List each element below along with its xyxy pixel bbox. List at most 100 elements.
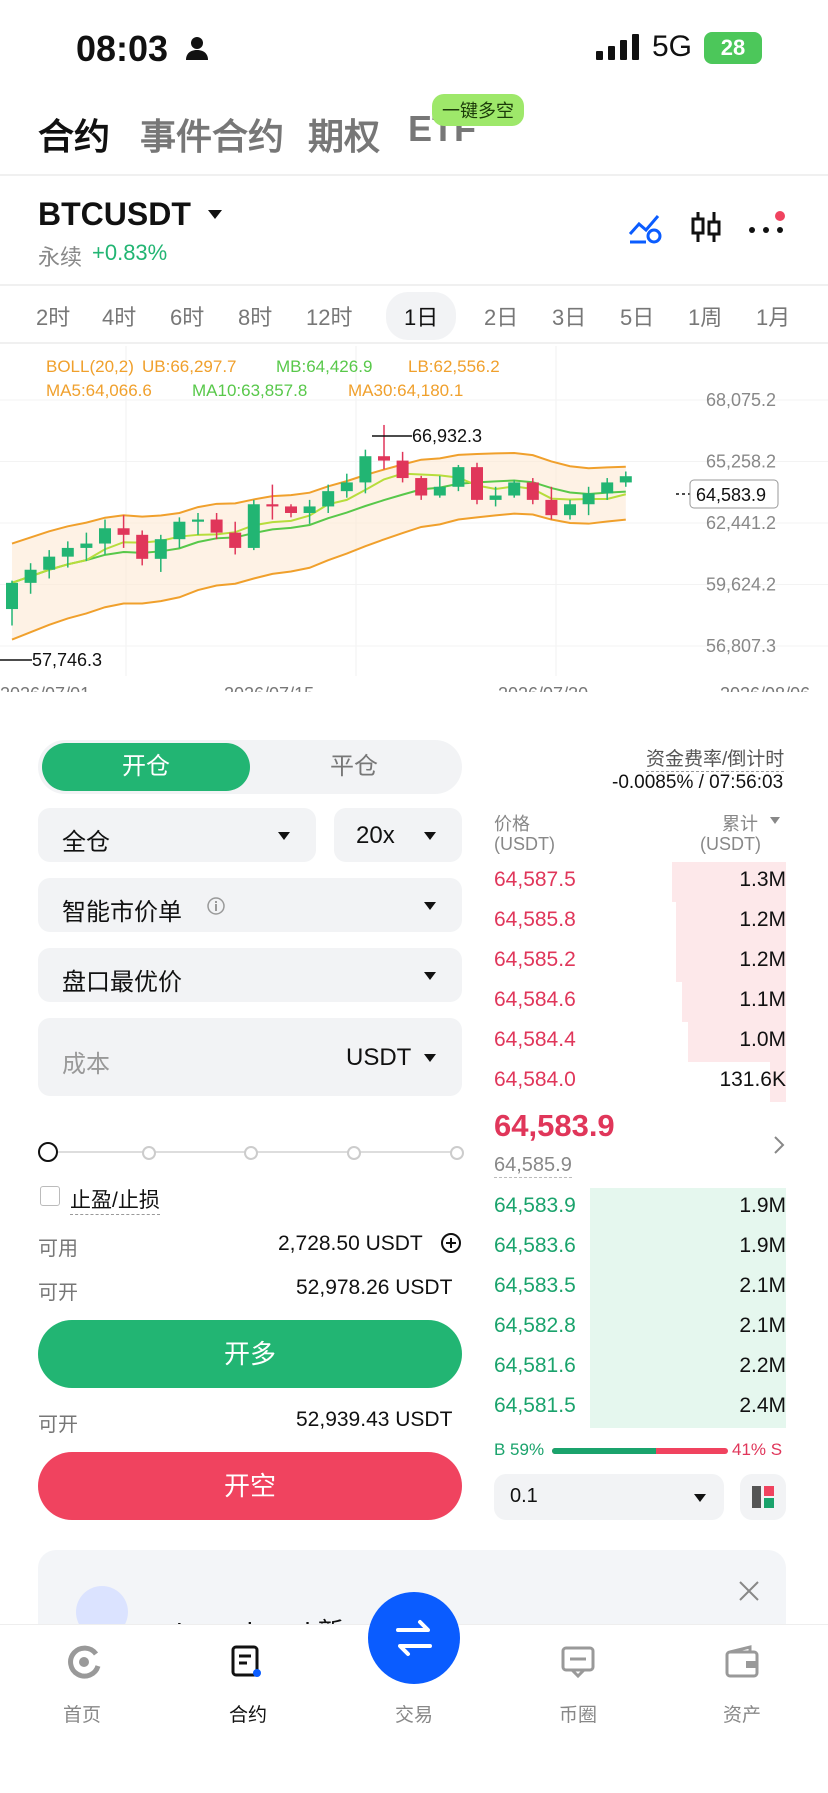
open-long-button[interactable]: 开多 bbox=[38, 1320, 462, 1388]
candle-body bbox=[322, 491, 335, 507]
nav-assets[interactable]: 资产 bbox=[692, 1700, 792, 1727]
x-tick: 2026/07/15 bbox=[224, 684, 314, 692]
tpsl-checkbox[interactable] bbox=[40, 1186, 60, 1206]
chevron-down-icon bbox=[424, 832, 436, 840]
bid-row[interactable]: 64,582.8 2.1M bbox=[494, 1308, 786, 1348]
info-icon[interactable] bbox=[206, 896, 226, 916]
interval-1m[interactable]: 1月 bbox=[756, 300, 790, 332]
interval-12h[interactable]: 12时 bbox=[306, 300, 352, 332]
chevron-down-icon bbox=[278, 832, 290, 840]
orderbook-last-price: 64,583.9 bbox=[494, 1108, 615, 1143]
cost-unit-select[interactable]: USDT bbox=[346, 1044, 411, 1072]
candle-body bbox=[452, 467, 465, 487]
y-tick: 56,807.3 bbox=[706, 636, 776, 656]
bid-row[interactable]: 64,581.5 2.4M bbox=[494, 1388, 786, 1428]
slider-step-50[interactable] bbox=[244, 1146, 258, 1160]
last-price-tag: 64,583.9 bbox=[696, 485, 766, 505]
interval-2d[interactable]: 2日 bbox=[484, 300, 518, 332]
candle-body bbox=[359, 456, 372, 483]
home-icon[interactable] bbox=[66, 1644, 102, 1680]
candle-body bbox=[285, 506, 297, 513]
bid-row[interactable]: 64,581.6 2.2M bbox=[494, 1348, 786, 1388]
interval-4h[interactable]: 4时 bbox=[102, 300, 136, 332]
candle-body bbox=[136, 534, 149, 559]
nav-community[interactable]: 币圈 bbox=[528, 1700, 628, 1727]
community-icon[interactable] bbox=[560, 1644, 596, 1680]
order-price: 64,583.5 bbox=[494, 1274, 576, 1297]
contract-icon[interactable] bbox=[230, 1644, 264, 1680]
close-icon[interactable] bbox=[738, 1580, 760, 1602]
interval-8h[interactable]: 8时 bbox=[238, 300, 272, 332]
tab-options[interactable]: 期权 bbox=[308, 108, 380, 160]
funding-rate-value: -0.0085% / 07:56:03 bbox=[612, 772, 784, 793]
nav-contract[interactable]: 合约 bbox=[198, 1700, 298, 1727]
wallet-icon[interactable] bbox=[724, 1644, 760, 1680]
candlestick-icon[interactable] bbox=[690, 210, 722, 244]
price-type-value: 盘口最优价 bbox=[62, 969, 182, 996]
tab-contract[interactable]: 合约 bbox=[38, 108, 110, 160]
leverage-select[interactable] bbox=[334, 808, 462, 862]
interval-2h[interactable]: 2时 bbox=[36, 300, 70, 332]
legend-ub: UB:66,297.7 bbox=[142, 357, 237, 376]
pair-dropdown-icon[interactable] bbox=[208, 210, 222, 219]
ask-row[interactable]: 64,585.2 1.2M bbox=[494, 942, 786, 982]
order-quantity: 131.6K bbox=[719, 1068, 786, 1091]
order-quantity: 1.0M bbox=[739, 1028, 786, 1051]
pair-symbol[interactable]: BTCUSDT bbox=[38, 196, 191, 233]
nav-trade[interactable]: 交易 bbox=[364, 1700, 464, 1727]
candle-body bbox=[582, 493, 595, 505]
order-quantity: 2.4M bbox=[739, 1394, 786, 1417]
ask-row[interactable]: 64,584.4 1.0M bbox=[494, 1022, 786, 1062]
order-price: 64,584.0 bbox=[494, 1068, 576, 1091]
user-icon bbox=[186, 37, 208, 60]
cost-placeholder[interactable]: 成本 bbox=[62, 1044, 110, 1079]
interval-5d[interactable]: 5日 bbox=[620, 300, 654, 332]
interval-1w[interactable]: 1周 bbox=[688, 300, 722, 332]
tab-close-position[interactable]: 平仓 bbox=[250, 743, 458, 791]
interval-6h[interactable]: 6时 bbox=[170, 300, 204, 332]
candle-body bbox=[489, 495, 502, 500]
margin-mode-value: 全仓 bbox=[62, 829, 110, 856]
candle-body bbox=[545, 499, 558, 516]
funding-rate-label[interactable]: 资金费率/倒计时 bbox=[646, 744, 785, 772]
candle-body bbox=[303, 506, 316, 513]
nav-home[interactable]: 首页 bbox=[32, 1700, 132, 1727]
price-chart[interactable]: 68,075.2 65,258.2 62,441.2 59,624.2 56,807.3… bbox=[0, 346, 828, 692]
boll-band-fill bbox=[12, 452, 626, 640]
candle-body bbox=[80, 543, 93, 548]
ask-row[interactable]: 64,585.8 1.2M bbox=[494, 902, 786, 942]
tab-event-contract[interactable]: 事件合约 bbox=[140, 108, 284, 160]
bid-list: 64,583.9 1.9M 64,583.6 1.9M 64,583.5 2.1M 64,5… bbox=[494, 1188, 786, 1428]
bid-row[interactable]: 64,583.9 1.9M bbox=[494, 1188, 786, 1228]
chevron-down-icon bbox=[424, 902, 436, 910]
status-time: 08:03 bbox=[76, 28, 169, 69]
buy-sell-ratio-bar bbox=[552, 1448, 728, 1454]
ask-row[interactable]: 64,584.0 131.6K bbox=[494, 1062, 786, 1102]
bid-row[interactable]: 64,583.6 1.9M bbox=[494, 1228, 786, 1268]
more-icon[interactable] bbox=[748, 210, 788, 244]
ask-row[interactable]: 64,584.6 1.1M bbox=[494, 982, 786, 1022]
tpsl-label[interactable]: 止盈/止损 bbox=[70, 1184, 160, 1215]
total-column-header[interactable]: 累计 bbox=[722, 810, 758, 836]
slider-step-100[interactable] bbox=[450, 1146, 464, 1160]
chevron-down-icon bbox=[694, 1494, 706, 1502]
interval-1d[interactable]: 1日 bbox=[386, 292, 457, 340]
candle-body bbox=[247, 504, 260, 548]
slider-step-25[interactable] bbox=[142, 1146, 156, 1160]
slider-step-75[interactable] bbox=[347, 1146, 361, 1160]
total-column-unit: (USDT) bbox=[700, 834, 761, 854]
chevron-right-icon[interactable] bbox=[772, 1134, 786, 1156]
candle-body bbox=[210, 519, 223, 533]
amount-slider-handle[interactable] bbox=[38, 1142, 58, 1162]
bid-row[interactable]: 64,583.5 2.1M bbox=[494, 1268, 786, 1308]
legend-ma30: MA30:64,180.1 bbox=[348, 381, 463, 400]
interval-3d[interactable]: 3日 bbox=[552, 300, 586, 332]
divider bbox=[0, 342, 828, 344]
tab-open-position[interactable]: 开仓 bbox=[42, 743, 250, 791]
add-funds-icon[interactable] bbox=[440, 1232, 462, 1254]
open-short-button[interactable]: 开空 bbox=[38, 1452, 462, 1520]
order-type-value: 智能市价单 bbox=[62, 899, 182, 926]
chart-alert-icon[interactable] bbox=[628, 210, 662, 244]
ask-row[interactable]: 64,587.5 1.3M bbox=[494, 862, 786, 902]
sort-caret-icon[interactable] bbox=[770, 817, 780, 824]
